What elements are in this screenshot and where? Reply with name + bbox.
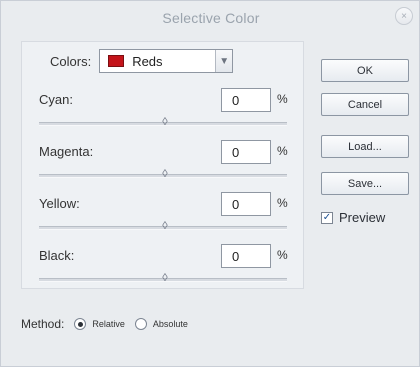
black-field: Black: 0 % ◊	[39, 244, 289, 294]
relative-label[interactable]: Relative	[92, 319, 125, 329]
absolute-radio[interactable]	[134, 318, 147, 330]
load-button[interactable]: Load...	[321, 135, 409, 158]
colors-selected: Reds	[132, 53, 163, 69]
relative-radio[interactable]	[74, 318, 87, 330]
preview-checkbox[interactable]: ✓	[321, 211, 333, 224]
cyan-input[interactable]: 0	[221, 88, 271, 112]
black-input[interactable]: 0	[221, 244, 271, 268]
yellow-unit: %	[277, 196, 288, 210]
cyan-field: Cyan: 0 % ◊	[39, 88, 289, 138]
dialog-title: Selective Color	[162, 10, 260, 26]
magenta-field: Magenta: 0 % ◊	[39, 140, 289, 190]
preview-label[interactable]: Preview	[339, 210, 385, 225]
magenta-slider-thumb[interactable]: ◊	[161, 168, 169, 180]
absolute-label[interactable]: Absolute	[153, 319, 188, 329]
yellow-label: Yellow:	[39, 196, 80, 211]
method-absolute[interactable]: Absolute	[134, 318, 188, 330]
black-unit: %	[277, 248, 288, 262]
yellow-input[interactable]: 0	[221, 192, 271, 216]
magenta-unit: %	[277, 144, 288, 158]
cyan-label: Cyan:	[39, 92, 73, 107]
title-bar: Selective Color ×	[1, 1, 420, 35]
ok-button[interactable]: OK	[321, 59, 409, 82]
save-button[interactable]: Save...	[321, 172, 409, 195]
method-label: Method:	[21, 317, 65, 331]
close-icon[interactable]: ×	[395, 7, 413, 25]
black-slider-thumb[interactable]: ◊	[161, 272, 169, 284]
colors-label: Colors:	[50, 53, 92, 69]
cancel-button[interactable]: Cancel	[321, 93, 409, 116]
cyan-slider-thumb[interactable]: ◊	[161, 116, 169, 128]
chevron-down-icon[interactable]: ▼	[215, 50, 233, 72]
yellow-field: Yellow: 0 % ◊	[39, 192, 289, 242]
method-relative[interactable]: Relative	[74, 318, 125, 330]
colors-row: Colors: Reds ▼	[50, 49, 234, 73]
magenta-label: Magenta:	[39, 144, 94, 159]
preview-control[interactable]: ✓ Preview	[321, 210, 385, 225]
selective-color-dialog: Selective Color × Colors: Reds ▼ Cyan: 0…	[0, 0, 420, 367]
radio-selected-dot	[77, 321, 83, 327]
yellow-slider-thumb[interactable]: ◊	[161, 220, 169, 232]
magenta-input[interactable]: 0	[221, 140, 271, 164]
colors-select[interactable]: Reds ▼	[99, 49, 234, 73]
color-swatch	[108, 55, 125, 67]
method-row: Method: Relative Absolute	[21, 317, 188, 331]
black-label: Black:	[39, 248, 75, 263]
cyan-unit: %	[277, 92, 288, 106]
